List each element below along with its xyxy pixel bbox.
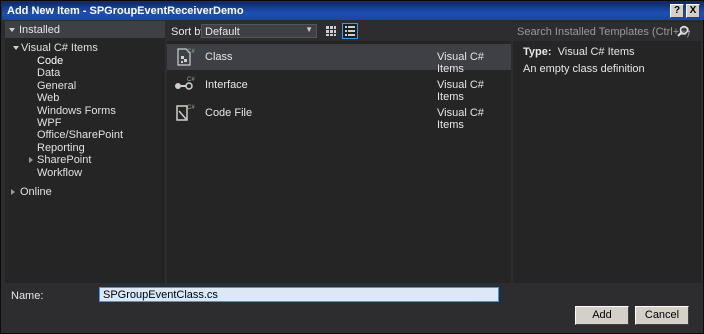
tree-item-wpf[interactable]: WPF (37, 117, 61, 129)
tree-item-code[interactable]: Code (37, 55, 63, 67)
tree-item-windows-forms[interactable]: Windows Forms (37, 105, 116, 117)
grid-view-icon (326, 26, 336, 36)
tree-item-web[interactable]: Web (37, 92, 59, 104)
template-name: Code File (205, 107, 253, 119)
title-bar: Add New Item - SPGroupEventReceiverDemo … (2, 2, 704, 20)
name-field[interactable] (99, 287, 499, 302)
grid-view-button[interactable] (323, 23, 339, 39)
tree-item-reporting[interactable]: Reporting (37, 142, 85, 154)
template-item-class[interactable]: C# Class Visual C# Items (167, 44, 511, 75)
search-input[interactable]: Search Installed Templates (Ctrl+E) (513, 22, 701, 41)
expand-arrow-icon[interactable] (11, 189, 15, 195)
tree-item-general[interactable]: General (37, 80, 76, 92)
search-placeholder: Search Installed Templates (Ctrl+E) (517, 26, 691, 38)
sort-toolbar: Sort by: Default ▼ (167, 21, 511, 41)
template-description: An empty class definition (523, 63, 645, 75)
type-label: Type: (523, 46, 552, 58)
template-name: Class (205, 51, 233, 63)
close-button[interactable]: X (686, 4, 700, 18)
list-view-icon (345, 26, 355, 36)
template-item-interface[interactable]: C# Interface Visual C# Items (167, 72, 511, 103)
chevron-down-icon: ▼ (305, 25, 313, 34)
tree-item-sharepoint[interactable]: SharePoint (37, 154, 91, 166)
tree-item-office-sharepoint[interactable]: Office/SharePoint (37, 129, 123, 141)
dialog-window: Add New Item - SPGroupEventReceiverDemo … (0, 0, 704, 334)
name-label: Name: (11, 290, 44, 302)
tree-item-workflow[interactable]: Workflow (37, 167, 82, 179)
template-item-code-file[interactable]: C# Code File Visual C# Items (167, 100, 511, 131)
help-button[interactable]: ? (670, 4, 684, 18)
search-icon[interactable] (675, 24, 691, 40)
svg-text:C#: C# (187, 49, 195, 55)
template-list-panel: Sort by: Default ▼ C# Class Visual C# It… (167, 21, 511, 283)
list-view-button[interactable] (342, 23, 358, 39)
tree-item-data[interactable]: Data (37, 67, 60, 79)
template-name: Interface (205, 79, 248, 91)
sort-dropdown[interactable]: Default ▼ (201, 24, 317, 38)
details-panel: Search Installed Templates (Ctrl+E) Type… (513, 21, 701, 283)
class-file-icon: C# (177, 48, 195, 66)
window-title: Add New Item - SPGroupEventReceiverDemo (7, 5, 244, 17)
tree-item-online[interactable]: Online (20, 186, 52, 198)
installed-label: Installed (19, 24, 60, 36)
sort-value: Default (205, 26, 240, 38)
cancel-button[interactable]: Cancel (635, 306, 689, 325)
tree-item-visual-csharp-items[interactable]: Visual C# Items (21, 42, 98, 54)
template-type: Type: Visual C# Items (523, 46, 634, 58)
type-value: Visual C# Items (557, 46, 635, 58)
expand-arrow-icon[interactable] (29, 157, 33, 163)
category-tree: Installed Visual C# Items Code Data Gene… (5, 21, 165, 283)
collapse-arrow-icon (9, 28, 15, 32)
installed-header[interactable]: Installed (5, 21, 165, 38)
code-file-icon: C# (176, 105, 195, 121)
svg-text:C#: C# (187, 77, 195, 83)
collapse-arrow-icon[interactable] (13, 46, 19, 50)
svg-text:C#: C# (187, 105, 195, 111)
add-button[interactable]: Add (575, 306, 629, 325)
interface-icon: C# (175, 77, 195, 90)
template-language: Visual C# Items (437, 107, 484, 131)
